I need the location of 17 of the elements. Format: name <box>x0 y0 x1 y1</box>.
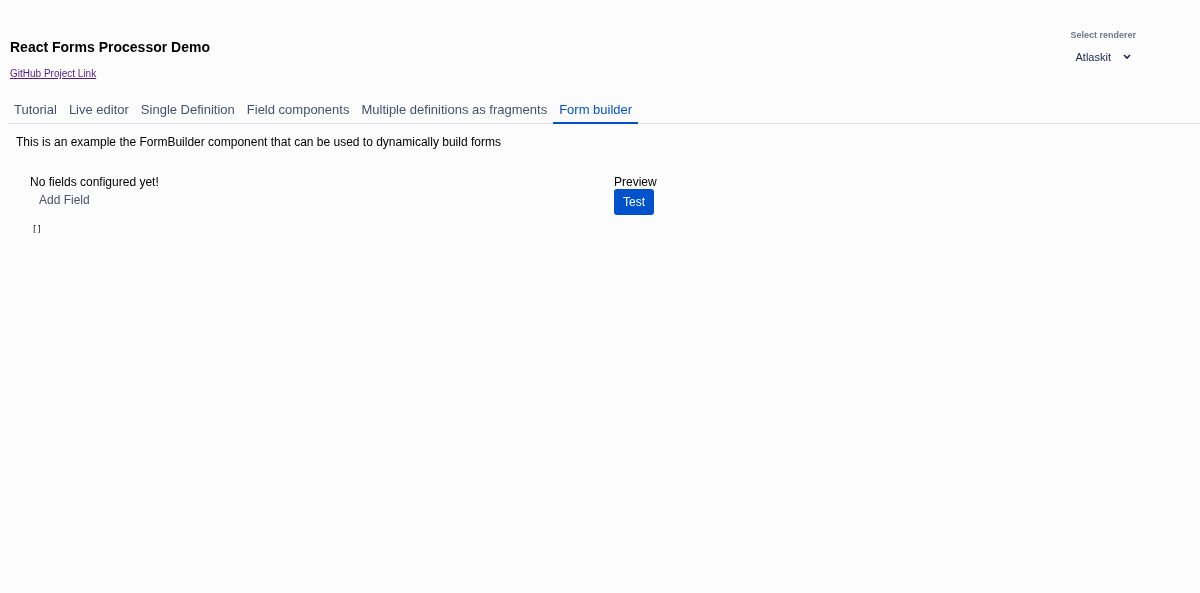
description-text: This is an example the FormBuilder component that can be used to dynamically build forms <box>16 135 501 149</box>
renderer-label: Select renderer <box>1070 30 1136 40</box>
page-title: React Forms Processor Demo <box>10 39 210 55</box>
tab[interactable]: Multiple definitions as fragments <box>355 97 554 124</box>
tab[interactable]: Single Definition <box>134 97 241 124</box>
add-field-button[interactable]: Add Field <box>30 189 99 211</box>
tab[interactable]: Tutorial <box>8 97 63 124</box>
github-link[interactable]: GitHub Project Link <box>10 68 97 79</box>
tab[interactable]: Form builder <box>553 97 639 124</box>
tab[interactable]: Field components <box>240 97 356 124</box>
json-output: [] <box>32 225 42 234</box>
tab[interactable]: Live editor <box>62 97 135 124</box>
empty-message: No fields configured yet! <box>30 175 159 189</box>
renderer-select[interactable]: Atlaskit <box>1071 49 1135 65</box>
chevron-down-icon <box>1122 54 1131 60</box>
preview-heading: Preview <box>614 175 657 189</box>
test-button[interactable]: Test <box>614 189 654 215</box>
